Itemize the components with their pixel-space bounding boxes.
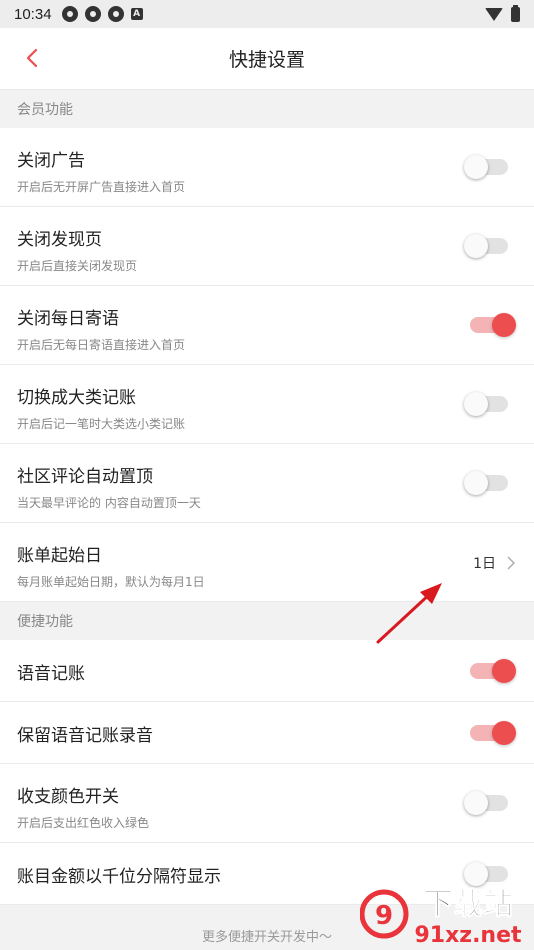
svg-text:9: 9 (375, 901, 393, 931)
a-notification-icon: A (130, 8, 143, 20)
setting-row-close-ads[interactable]: 关闭广告 开启后无开屏广告直接进入首页 (0, 128, 534, 207)
setting-label: 保留语音记账录音 (17, 726, 153, 746)
setting-description: 开启后直接关闭发现页 (17, 259, 138, 273)
watermark-text-bottom: 91xz.net (414, 923, 522, 948)
setting-description: 开启后无每日寄语直接进入首页 (17, 338, 186, 352)
toggle-knob (464, 155, 488, 179)
section-header-member: 会员功能 (0, 90, 534, 128)
setting-description: 当天最早评论的 内容自动置顶一天 (17, 496, 201, 510)
notification-icon (107, 6, 124, 22)
setting-row-close-discover[interactable]: 关闭发现页 开启后直接关闭发现页 (0, 207, 534, 286)
setting-row-close-daily-quote[interactable]: 关闭每日寄语 开启后无每日寄语直接进入首页 (0, 286, 534, 365)
setting-row-income-expense-color[interactable]: 收支颜色开关 开启后支出红色收入绿色 (0, 764, 534, 843)
toggle-switch[interactable] (470, 313, 516, 337)
toggle-knob (464, 791, 488, 815)
toggle-knob (464, 392, 488, 416)
status-bar: 10:34 A (0, 0, 534, 28)
section-header-convenience: 便捷功能 (0, 602, 534, 640)
toggle-knob (464, 234, 488, 258)
setting-description: 开启后支出红色收入绿色 (17, 816, 150, 830)
setting-row-voice-bookkeeping[interactable]: 语音记账 (0, 640, 534, 702)
setting-label: 关闭每日寄语 (17, 309, 119, 329)
setting-description: 开启后记一笔时大类选小类记账 (17, 417, 186, 431)
setting-label: 切换成大类记账 (17, 388, 136, 408)
toggle-switch[interactable] (470, 721, 516, 745)
watermark-logo-icon: 9 下载站 91xz.net (360, 887, 522, 948)
setting-row-major-category[interactable]: 切换成大类记账 开启后记一笔时大类选小类记账 (0, 365, 534, 444)
app-header: 快捷设置 (0, 28, 534, 90)
toggle-switch[interactable] (464, 155, 508, 179)
toggle-knob (492, 659, 516, 683)
setting-label: 账单起始日 (17, 546, 102, 566)
watermark-text-top: 下载站 (423, 887, 513, 922)
status-time: 10:34 (14, 5, 52, 23)
setting-row-pin-comments[interactable]: 社区评论自动置顶 当天最早评论的 内容自动置顶一天 (0, 444, 534, 523)
setting-label: 社区评论自动置顶 (17, 467, 153, 487)
setting-description: 每月账单起始日期，默认为每月1日 (17, 575, 205, 589)
battery-icon (511, 4, 520, 22)
setting-label: 关闭发现页 (17, 230, 102, 250)
toggle-knob (464, 471, 488, 495)
toggle-switch[interactable] (464, 471, 508, 495)
setting-label: 语音记账 (17, 664, 85, 684)
back-arrow-icon[interactable] (22, 47, 44, 69)
toggle-knob (492, 721, 516, 745)
wifi-icon (485, 7, 503, 21)
setting-label: 关闭广告 (17, 151, 85, 171)
setting-row-bill-start-day[interactable]: 账单起始日 每月账单起始日期，默认为每月1日 1日 (0, 523, 534, 602)
toggle-switch[interactable] (464, 791, 508, 815)
toggle-switch[interactable] (464, 234, 508, 258)
toggle-knob (492, 313, 516, 337)
setting-label: 收支颜色开关 (17, 787, 119, 807)
notification-icon (84, 6, 101, 22)
bill-start-day-value: 1日 (473, 556, 496, 572)
page-title: 快捷设置 (228, 49, 305, 71)
setting-description: 开启后无开屏广告直接进入首页 (17, 180, 186, 194)
toggle-switch[interactable] (470, 659, 516, 683)
notification-icon (61, 6, 78, 22)
chevron-right-icon (507, 556, 515, 570)
setting-row-keep-voice-recording[interactable]: 保留语音记账录音 (0, 702, 534, 764)
toggle-switch[interactable] (464, 392, 508, 416)
setting-label: 账目金额以千位分隔符显示 (17, 867, 221, 887)
